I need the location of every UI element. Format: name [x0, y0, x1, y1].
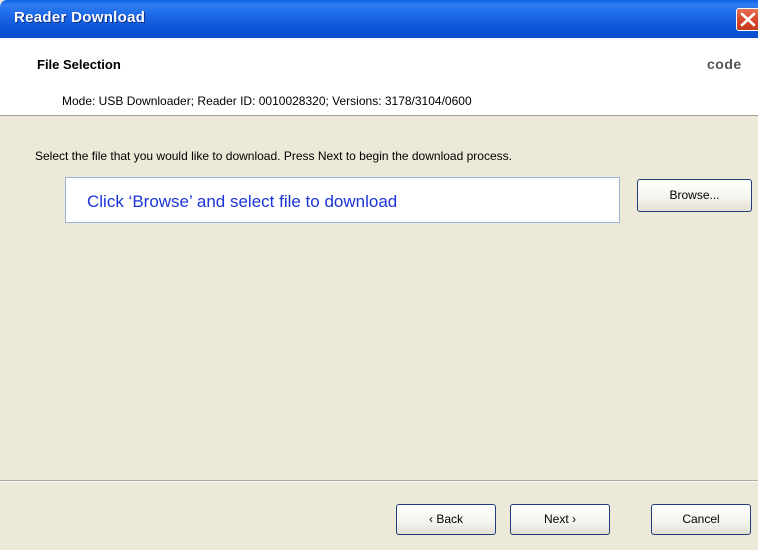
reader-download-window: Reader Download File Selection code Mode… — [0, 0, 758, 550]
cancel-button[interactable]: Cancel — [651, 504, 751, 535]
browse-button[interactable]: Browse... — [637, 179, 752, 212]
instructions-text: Select the file that you would like to d… — [35, 149, 512, 163]
file-path-field[interactable]: Click ‘Browse’ and select file to downlo… — [65, 177, 620, 223]
file-path-placeholder: Click ‘Browse’ and select file to downlo… — [87, 192, 398, 211]
window-title: Reader Download — [14, 9, 146, 26]
close-button[interactable] — [736, 8, 758, 31]
footer-divider — [0, 480, 758, 482]
wizard-header: File Selection code Mode: USB Downloader… — [0, 38, 758, 116]
back-button[interactable]: ‹ Back — [396, 504, 496, 535]
page-title: File Selection — [37, 57, 121, 72]
next-button[interactable]: Next › — [510, 504, 610, 535]
mode-info: Mode: USB Downloader; Reader ID: 0010028… — [62, 94, 472, 108]
title-bar[interactable]: Reader Download — [0, 0, 758, 38]
brand-logo: code — [707, 56, 742, 72]
close-icon — [740, 12, 756, 27]
